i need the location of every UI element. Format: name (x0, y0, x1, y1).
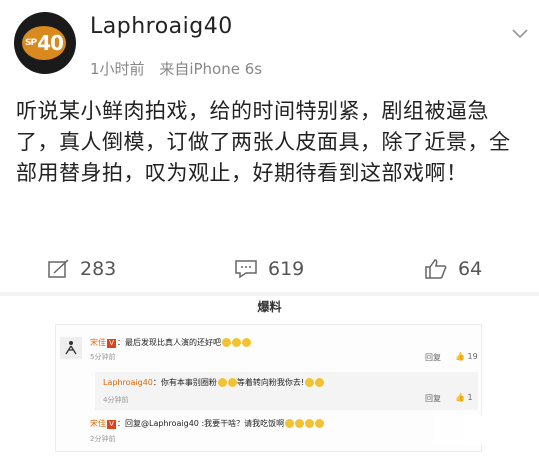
laugh-emoji-icon (305, 419, 315, 428)
reply-link[interactable]: 回复 (425, 352, 441, 363)
comment-button[interactable]: 619 (234, 252, 304, 286)
comment-2: Laphroaig40：你有本事别圈粉 等着转向粉我你去! (103, 377, 325, 388)
laugh-emoji-icon (285, 419, 295, 428)
weibo-post: SP40 Laphroaig40 1小时前 来自iPhone 6s 听说某小鲜肉… (0, 0, 539, 253)
commenter-name[interactable]: 宋佳 (90, 419, 106, 428)
commenter-avatar[interactable] (60, 337, 82, 359)
laugh-emoji-icon (222, 338, 231, 347)
laugh-emoji-icon (305, 378, 315, 387)
comment-like-count: 19 (467, 352, 478, 361)
post-time: 1小时前 (90, 60, 145, 78)
comment-time: 2分钟前 (90, 435, 116, 443)
v-badge: V (107, 339, 116, 348)
repost-count: 283 (80, 258, 117, 280)
comment-text: 你有本事别圈粉 (160, 378, 217, 387)
username[interactable]: Laphroaig40 (90, 14, 233, 39)
comment-like[interactable]: 👍 1 (455, 393, 473, 402)
comment-text: 回复@Laphroaig40 :我要干啥？请我吃饭啊 (125, 419, 285, 428)
comment-icon (235, 260, 257, 279)
repost-icon (48, 259, 69, 278)
smile-emoji-icon (227, 378, 237, 387)
fade-overlay (420, 415, 510, 445)
laugh-emoji-icon (315, 419, 325, 428)
like-icon (425, 259, 447, 279)
post-content: 听说某小鲜肉拍戏，给的时间特别紧，剧组被逼急了，真人倒模，订做了两张人皮面具，除… (16, 99, 511, 185)
v-badge: V (107, 420, 116, 429)
smile-emoji-icon (217, 378, 227, 387)
commenter-name[interactable]: 宋佳 (90, 338, 106, 347)
laugh-emoji-icon (315, 378, 325, 387)
comment-time: 4分钟前 (103, 396, 129, 404)
laugh-emoji-icon (242, 338, 251, 347)
avatar[interactable]: SP40 (14, 12, 76, 74)
action-bar: 283 619 64 (0, 252, 539, 292)
chevron-down-icon[interactable] (510, 24, 530, 44)
comment-text-2: 等着转向粉我你去! (236, 378, 305, 387)
divider (0, 292, 539, 296)
like-count: 64 (458, 258, 483, 280)
comment-1: 宋佳 V ：最后发现比真人演的还好吧 (90, 337, 251, 348)
repost-button[interactable]: 283 (48, 252, 116, 286)
laugh-emoji-icon (295, 419, 305, 428)
commenter-name[interactable]: Laphroaig40 (103, 378, 153, 387)
person-icon (65, 341, 77, 355)
post-meta: 1小时前 来自iPhone 6s (90, 58, 272, 79)
section-label: 爆料 (257, 300, 282, 314)
comment-text: 最后发现比真人演的还好吧 (125, 338, 221, 347)
like-button[interactable]: 64 (424, 252, 482, 286)
comment-like-count: 1 (467, 393, 473, 402)
avatar-badge: SP40 (22, 26, 66, 60)
comment-3: 宋佳 V ：回复@Laphroaig40 :我要干啥？请我吃饭啊 (90, 418, 325, 429)
comment-time: 5分钟前 (90, 353, 116, 361)
comment-like[interactable]: 👍 19 (455, 352, 478, 361)
reply-link[interactable]: 回复 (425, 393, 441, 404)
post-source[interactable]: 来自iPhone 6s (159, 60, 262, 78)
comment-count: 619 (268, 258, 305, 280)
laugh-emoji-icon (232, 338, 241, 347)
